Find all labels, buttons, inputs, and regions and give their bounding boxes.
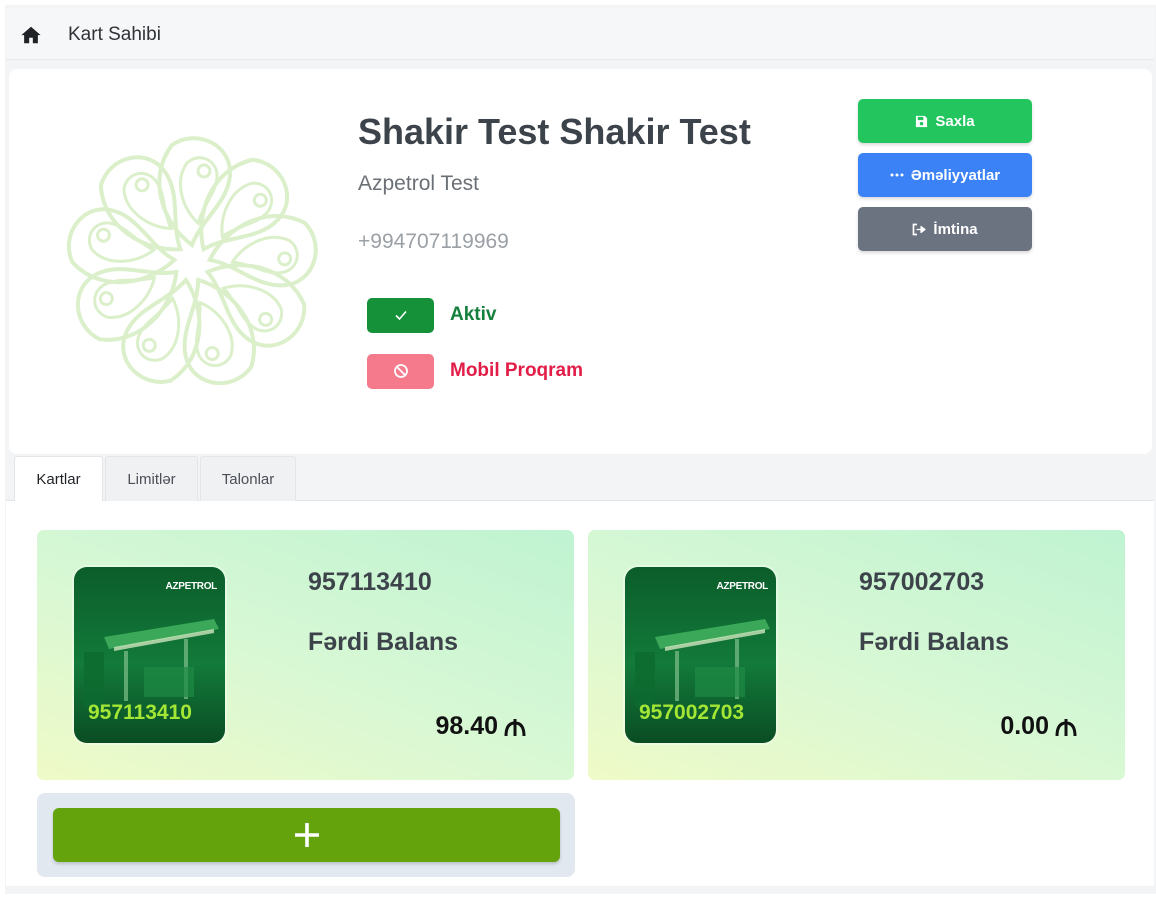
card-image-number: 957113410 [88, 701, 192, 724]
save-button-label: Saxla [935, 112, 975, 130]
manat-icon [1055, 718, 1077, 736]
home-icon[interactable] [20, 24, 42, 46]
add-card-container [37, 793, 575, 877]
ellipsis-icon [890, 173, 904, 177]
azpetrol-logo [61, 136, 324, 396]
sign-out-icon [913, 223, 927, 235]
card-balance-value: 98.40 [435, 712, 498, 740]
active-toggle[interactable] [367, 297, 434, 333]
card-brand: AZPETROL [716, 581, 769, 592]
cancel-button[interactable]: İmtina [858, 207, 1032, 251]
add-card-button[interactable] [53, 808, 560, 862]
ban-icon [393, 364, 408, 378]
card-balance: 98.40 [435, 712, 526, 741]
card-balance-type: Fərdi Balans [859, 628, 1010, 656]
cancel-button-label: İmtina [933, 220, 978, 238]
save-button[interactable]: Saxla [858, 99, 1032, 143]
card-number: 957002703 [859, 568, 985, 596]
card-image: AZPETROL 957113410 [74, 567, 225, 743]
operations-button-label: Əməliyyatlar [910, 166, 1001, 184]
fuel-card[interactable]: AZPETROL 957113410 957113410 Fərdi Balan… [37, 530, 574, 780]
active-status-label: Aktiv [450, 304, 497, 325]
card-number: 957113410 [308, 568, 432, 596]
card-balance-value: 0.00 [1000, 712, 1049, 740]
card-image: AZPETROL 957002703 [625, 567, 776, 743]
tab-cards[interactable]: Kartlar [14, 456, 103, 502]
page-header: Kart Sahibi [6, 8, 1154, 60]
floppy-disk-icon [916, 115, 928, 127]
card-brand: AZPETROL [165, 581, 218, 592]
mobile-app-status-label: Mobil Proqram [450, 360, 584, 381]
status-active-row: Aktiv [367, 297, 496, 333]
tab-limits[interactable]: Limitlər [105, 456, 198, 501]
cardholder-name: Shakir Test Shakir Test [358, 111, 751, 152]
fuel-card[interactable]: AZPETROL 957002703 957002703 Fərdi Balan… [588, 530, 1125, 780]
manat-icon [504, 718, 526, 736]
tab-bar: Kartlar Limitlər Talonlar [6, 454, 1154, 502]
page-title: Kart Sahibi [68, 24, 161, 45]
tab-coupons[interactable]: Talonlar [200, 456, 296, 501]
company-name: Azpetrol Test [358, 172, 480, 195]
mobile-app-toggle[interactable] [367, 353, 434, 389]
plus-icon [294, 823, 319, 847]
operations-button[interactable]: Əməliyyatlar [858, 153, 1032, 197]
card-image-number: 957002703 [639, 701, 745, 724]
card-balance-type: Fərdi Balans [308, 628, 459, 656]
check-icon [394, 310, 407, 321]
card-balance: 0.00 [1000, 712, 1077, 741]
phone-number: +994707119969 [358, 230, 509, 253]
status-mobile-row: Mobil Proqram [367, 353, 583, 389]
